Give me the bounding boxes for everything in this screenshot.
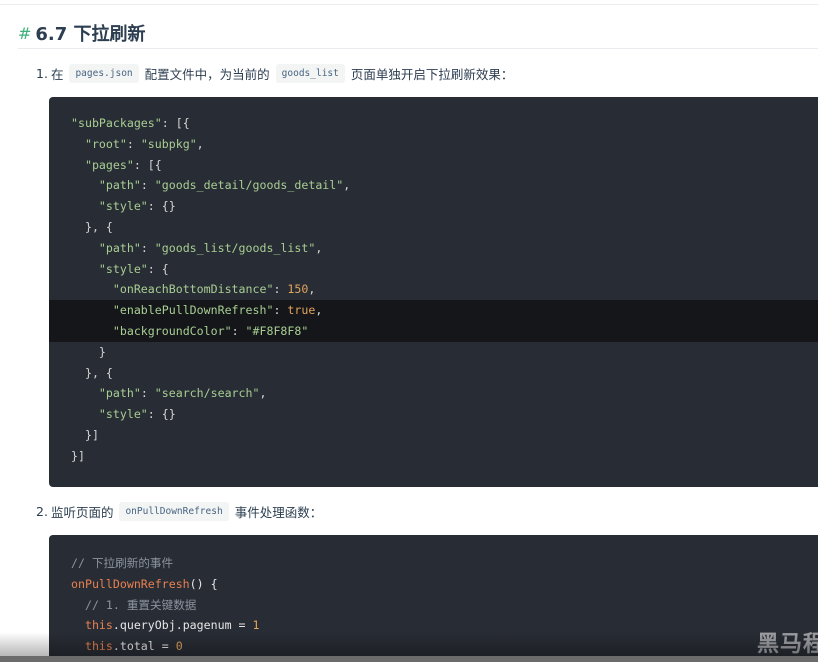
step-number: 1. (36, 66, 48, 81)
inline-code-goods-list: goods_list (275, 64, 345, 83)
code-line: "style": {} (98, 407, 176, 422)
watermark-logo: 黑马程 (756, 632, 818, 657)
inline-code-onpulldownrefresh: onPullDownRefresh (119, 502, 229, 521)
heading-anchor-link[interactable]: # (18, 24, 31, 43)
code-line: "enablePullDownRefresh": true, (49, 300, 818, 321)
code-block-onpulldownrefresh[interactable]: // 下拉刷新的事件 onPullDownRefresh() { // 1. 重置… (49, 535, 818, 662)
code-line: onPullDownRefresh() { (71, 576, 218, 591)
code-line: // 下拉刷新的事件 (71, 556, 174, 570)
step-text: 配置文件中，为当前的 (144, 67, 270, 82)
section-title: 6.7 下拉刷新 (35, 24, 146, 45)
inline-code-pages-json: pages.json (69, 64, 139, 83)
code-line: "path": "goods_list/goods_list", (98, 240, 323, 255)
top-divider (0, 0, 818, 5)
code-line: "root": "subpkg", (84, 136, 204, 151)
code-block-pages-json[interactable]: "subPackages": [{ "root": "subpkg", "pag… (49, 97, 818, 487)
code-line: "style": { (98, 261, 169, 276)
code-line: } (71, 344, 106, 359)
code-line: "subPackages": [{ (71, 116, 190, 130)
code-line: }] (71, 427, 99, 442)
step-number: 2. (36, 504, 48, 519)
code-line: this.total = 0 (84, 639, 183, 654)
step-text: 事件处理函数： (234, 505, 323, 520)
code-line: // 1. 重置关键数据 (71, 597, 197, 612)
code-line: "pages": [{ (84, 157, 162, 172)
code-line: "backgroundColor": "#F8F8F8" (49, 320, 818, 342)
step-text: 监听页面的 (50, 505, 114, 520)
step-text: 页面单独开启下拉刷新效果： (350, 67, 514, 82)
code-line: "style": {} (98, 199, 176, 214)
step-text: 在 (50, 67, 64, 82)
code-line: }, { (71, 365, 113, 380)
code-lines: "subPackages": [{ "root": "subpkg", "pag… (49, 113, 818, 467)
code-line: "onReachBottomDistance": 150, (112, 282, 316, 297)
code-line: "path": "search/search", (98, 386, 267, 401)
bottom-bar (0, 656, 818, 662)
code-line: this.queryObj.pagenum = 1 (84, 618, 260, 633)
section-heading: # 6.7 下拉刷新 (18, 20, 818, 49)
code-lines: // 下拉刷新的事件 onPullDownRefresh() { // 1. 重置… (49, 553, 818, 657)
code-line: }] (71, 448, 85, 463)
step-1: 1. 在 pages.json 配置文件中，为当前的 goods_list 页面… (36, 64, 513, 83)
step-2: 2. 监听页面的 onPullDownRefresh 事件处理函数： (36, 502, 322, 521)
code-line: "path": "goods_detail/goods_detail", (98, 178, 351, 193)
code-line: }, { (71, 219, 113, 234)
